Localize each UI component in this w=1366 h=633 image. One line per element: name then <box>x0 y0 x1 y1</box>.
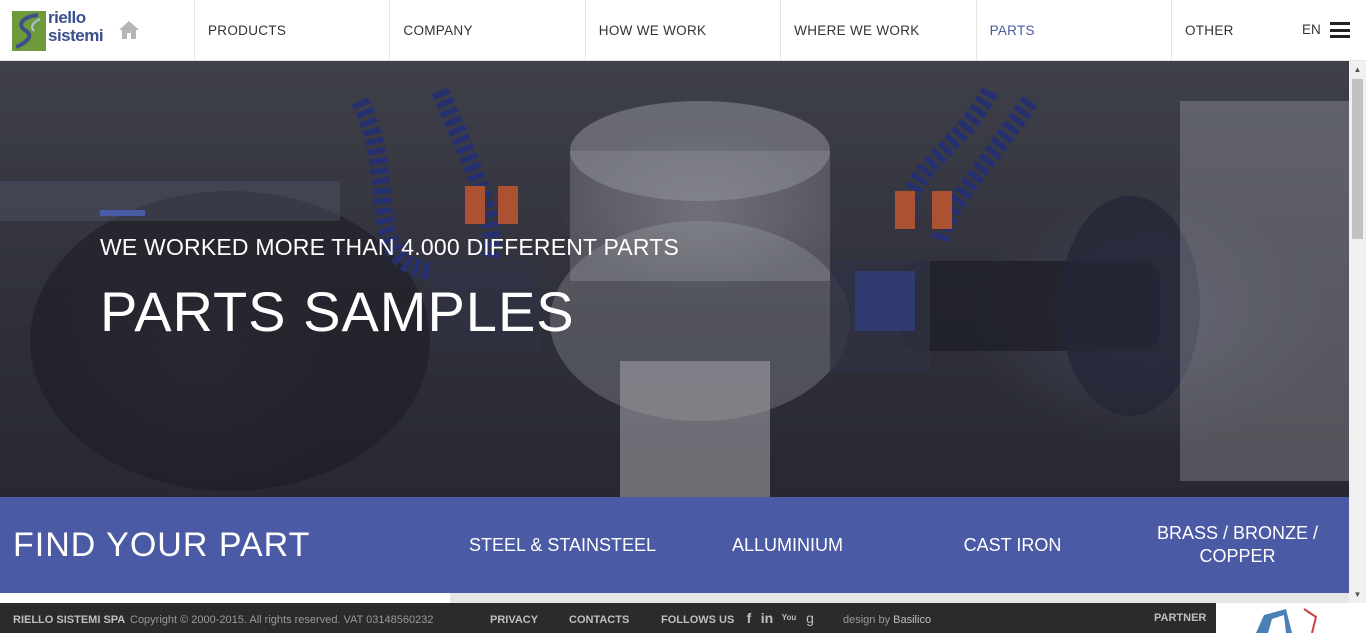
hero-subtitle: WE WORKED MORE THAN 4.000 DIFFERENT PART… <box>100 234 680 260</box>
scroll-up-arrow-icon[interactable]: ▲ <box>1349 61 1366 78</box>
language-selector[interactable]: EN <box>1302 22 1321 37</box>
nav-item-parts[interactable]: PARTS <box>975 0 1171 60</box>
linkedin-icon[interactable]: in <box>759 610 775 626</box>
hero-title: PARTS SAMPLES <box>100 280 575 343</box>
category-alluminium[interactable]: ALLUMINIUM <box>675 497 900 593</box>
logo-line-1: riello <box>48 8 86 27</box>
nav-item-products[interactable]: PRODUCTS <box>194 0 389 60</box>
scrollbar-thumb[interactable] <box>1352 79 1363 239</box>
nav-item-how-we-work[interactable]: HOW WE WORK <box>584 0 780 60</box>
main-nav: PRODUCTS COMPANY HOW WE WORK WHERE WE WO… <box>194 0 1366 60</box>
find-your-part-title: FIND YOUR PART <box>13 526 311 564</box>
hero-banner: WE WORKED MORE THAN 4.000 DIFFERENT PART… <box>0 61 1349 497</box>
find-your-part-section: FIND YOUR PART STEEL & STAINSTEEL ALLUMI… <box>0 497 1349 593</box>
footer-company-name: RIELLO SISTEMI SPA <box>13 614 126 626</box>
nav-item-where-we-work[interactable]: WHERE WE WORK <box>780 0 975 60</box>
footer-follow-label: FOLLOWS US <box>661 614 735 626</box>
footer-contacts-link[interactable]: CONTACTS <box>569 614 629 626</box>
footer-privacy-link[interactable]: PRIVACY <box>490 614 538 626</box>
category-brass-bronze-copper[interactable]: BRASS / BRONZE / COPPER <box>1125 497 1350 593</box>
footer-design-prefix: design by <box>843 614 891 626</box>
category-cast-iron[interactable]: CAST IRON <box>900 497 1125 593</box>
riello-sistemi-logo[interactable]: riello sistemi <box>12 9 108 53</box>
home-icon[interactable] <box>118 20 140 40</box>
category-steel-stainsteel[interactable]: STEEL & STAINSTEEL <box>450 497 675 593</box>
hero-accent-bar <box>100 210 145 216</box>
hamburger-menu-icon[interactable] <box>1330 22 1350 38</box>
logo-text: riello sistemi <box>48 8 104 45</box>
google-plus-icon[interactable]: g <box>802 610 818 626</box>
footer-design-credit: design by Basilico <box>843 614 931 626</box>
logo-line-2: sistemi <box>48 26 104 45</box>
logo-mark-icon <box>12 11 46 51</box>
footer-designer-link[interactable]: Basilico <box>893 614 931 626</box>
site-header: riello sistemi PRODUCTS COMPANY HOW WE W… <box>0 0 1366 61</box>
youtube-icon[interactable]: You <box>781 610 797 626</box>
partner-logo[interactable] <box>1216 603 1366 633</box>
nav-item-company[interactable]: COMPANY <box>389 0 584 60</box>
section-divider <box>450 593 1349 603</box>
footer-partner-label: PARTNER <box>1154 612 1207 624</box>
scroll-down-arrow-icon[interactable]: ▼ <box>1349 586 1366 603</box>
footer-copyright: Copyright © 2000-2015. All rights reserv… <box>130 614 434 626</box>
facebook-icon[interactable]: f <box>741 610 757 626</box>
page-scrollbar[interactable]: ▲ ▼ <box>1349 61 1366 603</box>
site-footer: RIELLO SISTEMI SPA Copyright © 2000-2015… <box>0 603 1366 633</box>
